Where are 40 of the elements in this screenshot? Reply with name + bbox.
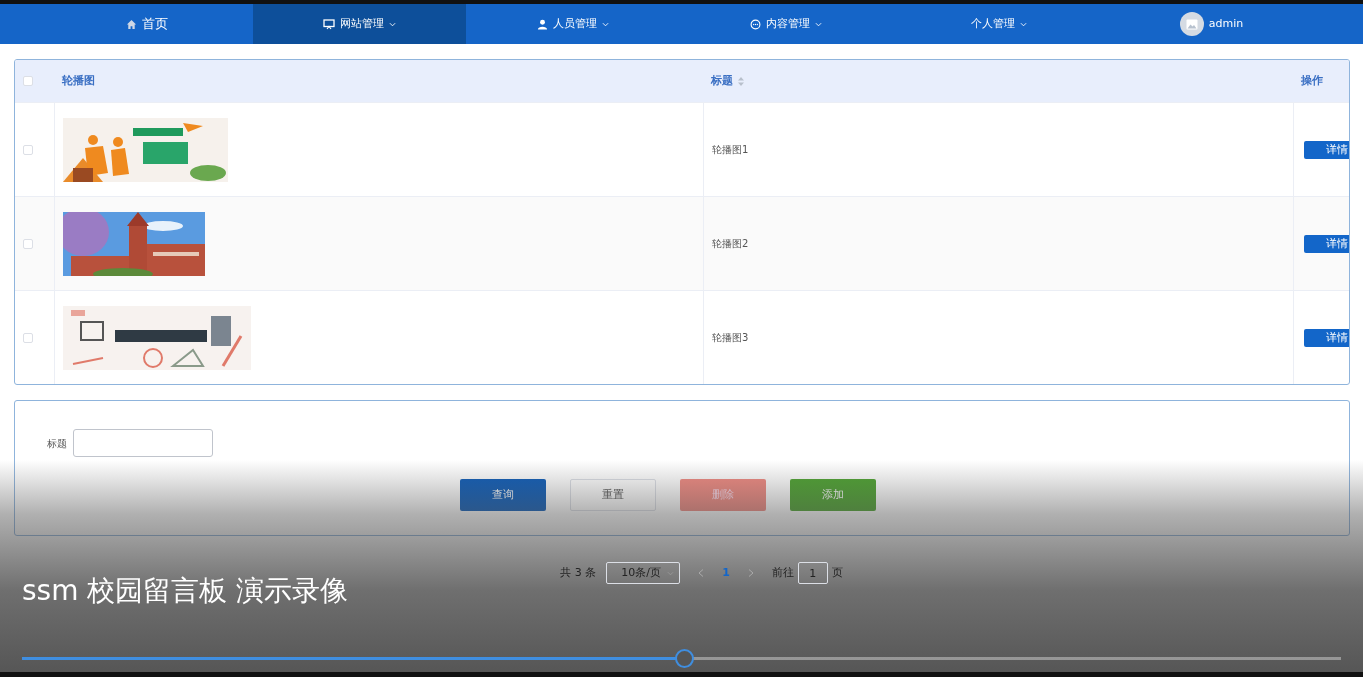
detail-button[interactable]: 详情 — [1304, 234, 1349, 253]
nav-menu-item[interactable]: 个人管理 — [892, 4, 1105, 44]
progress-handle[interactable] — [675, 649, 695, 668]
total-count: 共 3 条 — [560, 564, 597, 581]
next-page-icon[interactable] — [747, 569, 754, 577]
nav-menu-item[interactable]: 人员管理 — [466, 4, 679, 44]
nav-menu-item[interactable]: 网站管理 — [253, 4, 466, 44]
input-field[interactable] — [73, 429, 213, 457]
row-checkbox[interactable] — [23, 144, 33, 155]
page-size-select[interactable]: 10条/页 — [606, 562, 681, 584]
field-label: 标题 — [47, 436, 67, 451]
home-icon — [125, 18, 137, 30]
column-header: 轮播图 — [62, 72, 95, 89]
previous-page-icon[interactable] — [698, 569, 705, 577]
column-header[interactable]: 标题 — [711, 72, 733, 90]
user-menu[interactable]: admin — [1105, 4, 1318, 44]
user-icon — [536, 18, 548, 30]
user-name: admin — [1208, 15, 1244, 32]
table-cell-text: 轮播图2 — [712, 237, 749, 251]
search-button[interactable]: 查询 — [460, 479, 546, 511]
avatar-icon — [1179, 12, 1204, 36]
monitor-icon — [323, 18, 335, 30]
row-checkbox[interactable] — [23, 332, 33, 343]
table-cell-text: 轮播图1 — [712, 143, 749, 157]
column-header: 操作 — [1301, 72, 1323, 89]
goto-label: 前往 — [771, 564, 794, 581]
video-caption: ssm 校园留言板 演示录像 — [22, 573, 349, 609]
detail-button[interactable]: 详情 — [1304, 328, 1349, 347]
select-all-checkbox[interactable] — [23, 76, 33, 86]
goto-suffix: 页 — [831, 564, 843, 581]
nav-menu-item[interactable]: 首页 — [40, 4, 253, 44]
add-button[interactable]: 添加 — [790, 479, 876, 511]
nav-menu-item[interactable]: 内容管理 — [679, 4, 892, 44]
detail-button[interactable]: 详情 — [1304, 140, 1349, 159]
chat-icon — [749, 18, 761, 30]
table-cell-text: 轮播图3 — [712, 331, 749, 345]
row-checkbox[interactable] — [23, 238, 33, 249]
page-jump-field[interactable]: 1 — [797, 562, 828, 584]
reset-button[interactable]: 重置 — [570, 479, 656, 511]
sort-icon[interactable] — [738, 76, 744, 86]
